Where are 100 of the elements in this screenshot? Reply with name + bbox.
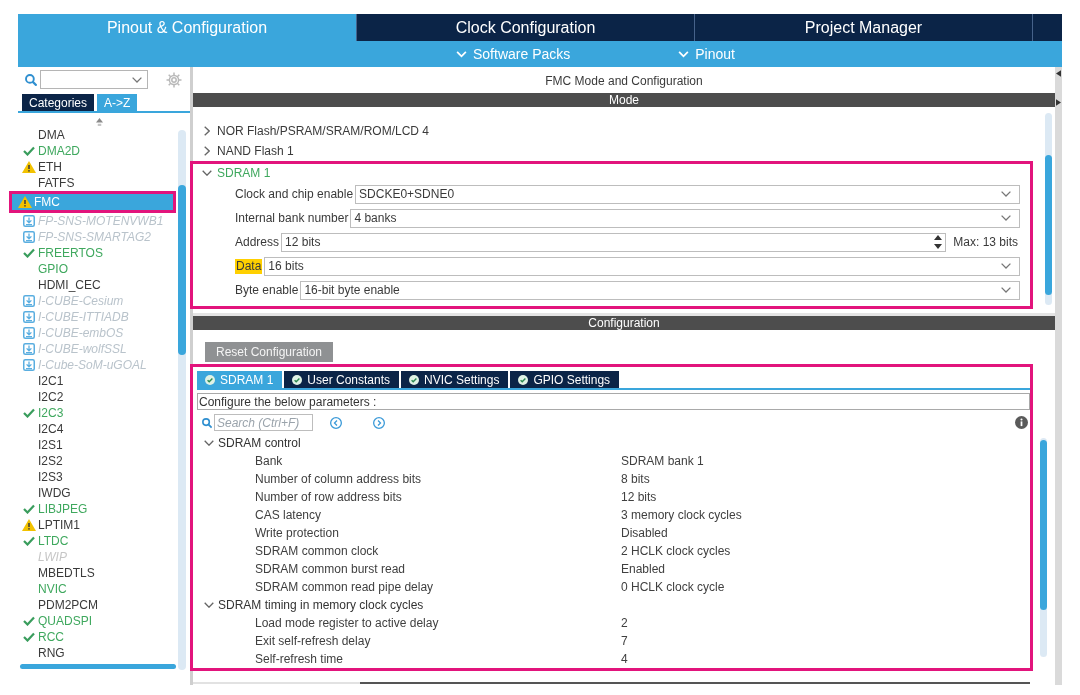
tab[interactable]: GPIO Settings xyxy=(510,371,620,388)
dropdown[interactable]: SDCKE0+SDNE0 xyxy=(355,184,1020,204)
parameter-value: 7 xyxy=(621,634,628,648)
dropdown[interactable]: 4 banks xyxy=(350,208,1020,228)
scroll-up-arrow-icon[interactable] xyxy=(96,118,103,126)
parameter-value: 2 HCLK clock cycles xyxy=(621,544,731,558)
parameter-name: Write protection xyxy=(255,526,340,540)
field-label: Clock and chip enable xyxy=(235,186,354,202)
parameter-name: Number of column address bits xyxy=(255,472,423,486)
parameter-name: Number of row address bits xyxy=(255,490,403,504)
dropdown[interactable]: 16-bit byte enable xyxy=(300,280,1020,300)
spinner-arrows-icon[interactable] xyxy=(934,235,943,249)
search-icon[interactable] xyxy=(25,73,37,86)
check-circle-icon xyxy=(409,374,420,385)
field-label: Address xyxy=(235,234,280,250)
warning-icon xyxy=(18,196,32,208)
dropdown[interactable]: 16 bits xyxy=(264,256,1020,276)
parameter-name: Load mode register to active delay xyxy=(255,616,440,630)
parameter-value: Disabled xyxy=(621,526,668,540)
search-icon[interactable] xyxy=(202,416,212,429)
sidebar-item[interactable]: RNG xyxy=(18,645,176,661)
parameter-name: Bank xyxy=(255,454,284,468)
chevron-right-icon[interactable] xyxy=(204,126,210,136)
chevron-down-icon xyxy=(1001,215,1011,221)
chevron-down-icon xyxy=(456,50,467,58)
sidebar-item[interactable]: IWDG xyxy=(18,485,176,501)
tree-group[interactable]: SDRAM timing in memory clock cycles xyxy=(193,596,1030,614)
spin-field[interactable]: 12 bits xyxy=(281,232,947,252)
section-header: Configuration xyxy=(193,316,1055,330)
search-field[interactable]: Search (Ctrl+F) xyxy=(214,414,313,431)
sidebar-item[interactable]: I2C4 xyxy=(18,421,176,437)
scrollbar-thumb[interactable] xyxy=(360,682,1030,684)
sidebar-item[interactable]: I2C2 xyxy=(18,389,176,405)
parameter-name: SDRAM common clock xyxy=(255,544,380,558)
checkmark-icon xyxy=(23,504,35,514)
check-circle-icon xyxy=(205,374,215,385)
circle-arrow-right-icon[interactable] xyxy=(373,416,385,429)
parameter-value: SDRAM bank 1 xyxy=(621,454,704,468)
scrollbar-thumb[interactable] xyxy=(178,185,186,355)
scrollbar-thumb[interactable] xyxy=(1040,440,1047,610)
sidebar-item[interactable]: FATFS xyxy=(18,175,176,191)
parameter-name: SDRAM common read pipe delay xyxy=(255,580,435,594)
panel-title: FMC Mode and Configuration xyxy=(545,72,703,88)
info-icon xyxy=(1015,416,1028,429)
chevron-right-icon[interactable] xyxy=(204,146,210,156)
checkmark-icon xyxy=(23,536,35,546)
sidebar-item[interactable]: MBEDTLS xyxy=(18,565,176,581)
parameter-name: Self-refresh time xyxy=(255,652,345,666)
parameter-value: 2 xyxy=(621,616,628,630)
sidebar-item[interactable]: I2S1 xyxy=(18,437,176,453)
chevron-down-icon xyxy=(1001,287,1011,293)
download-icon xyxy=(23,231,35,243)
sidebar-item[interactable]: I2C1 xyxy=(18,373,176,389)
download-icon xyxy=(23,359,35,371)
tree-item[interactable]: NOR Flash/PSRAM/SRAM/ROM/LCD 4 xyxy=(193,121,1045,141)
scrollbar-thumb[interactable] xyxy=(20,664,176,669)
sidebar-item[interactable]: DMA xyxy=(18,127,176,143)
tree-group[interactable]: SDRAM control xyxy=(193,434,1030,452)
parameter-value: Enabled xyxy=(621,562,666,576)
download-icon xyxy=(23,311,35,323)
circle-arrow-left-icon[interactable] xyxy=(330,416,342,429)
sidebar-item[interactable]: LPTIM1 xyxy=(18,517,176,533)
download-icon xyxy=(23,327,35,339)
instruction-text: Configure the below parameters : xyxy=(197,393,1030,410)
checkmark-icon xyxy=(23,616,35,626)
arrow-left-icon[interactable] xyxy=(1056,70,1061,77)
checkmark-icon xyxy=(23,248,35,258)
download-icon xyxy=(23,295,35,307)
warning-icon xyxy=(22,519,36,531)
tree-item[interactable]: NAND Flash 1 xyxy=(193,141,1045,161)
sidebar-item[interactable]: I2S2 xyxy=(18,453,176,469)
parameter-value: 4 xyxy=(621,652,628,666)
sidebar-item[interactable]: HDMI_CEC xyxy=(18,277,176,293)
check-circle-icon xyxy=(292,374,303,385)
parameter-value: 0 HCLK clock cycle xyxy=(621,580,725,594)
chevron-down-icon[interactable] xyxy=(202,170,212,176)
scrollbar-thumb[interactable] xyxy=(1045,155,1052,295)
sidebar-item[interactable]: ETH xyxy=(18,159,176,175)
download-icon xyxy=(23,215,35,227)
sidebar-item[interactable]: I2S3 xyxy=(18,469,176,485)
chevron-down-icon[interactable] xyxy=(204,602,214,608)
field-label: Internal bank number xyxy=(235,210,349,226)
check-circle-icon xyxy=(518,374,529,385)
tab[interactable]: NVIC Settings xyxy=(401,371,509,388)
chevron-down-icon xyxy=(1001,263,1011,269)
parameter-name: SDRAM common burst read xyxy=(255,562,407,576)
parameter-value: 12 bits xyxy=(621,490,657,504)
parameter-name: Exit self-refresh delay xyxy=(255,634,372,648)
settings-icon[interactable] xyxy=(166,71,182,88)
tab[interactable]: Categories xyxy=(22,94,95,111)
chevron-down-icon xyxy=(678,50,690,58)
tab[interactable]: User Constants xyxy=(284,371,400,388)
checkmark-icon xyxy=(23,146,35,156)
search-combo-box[interactable] xyxy=(40,70,148,89)
sidebar-item[interactable]: PDM2PCM xyxy=(18,597,176,613)
section-header: Mode xyxy=(193,93,1055,107)
parameter-name: CAS latency xyxy=(255,508,323,522)
chevron-down-icon xyxy=(132,76,142,83)
chevron-down-icon[interactable] xyxy=(204,440,214,446)
arrow-right-icon[interactable] xyxy=(1056,99,1061,106)
